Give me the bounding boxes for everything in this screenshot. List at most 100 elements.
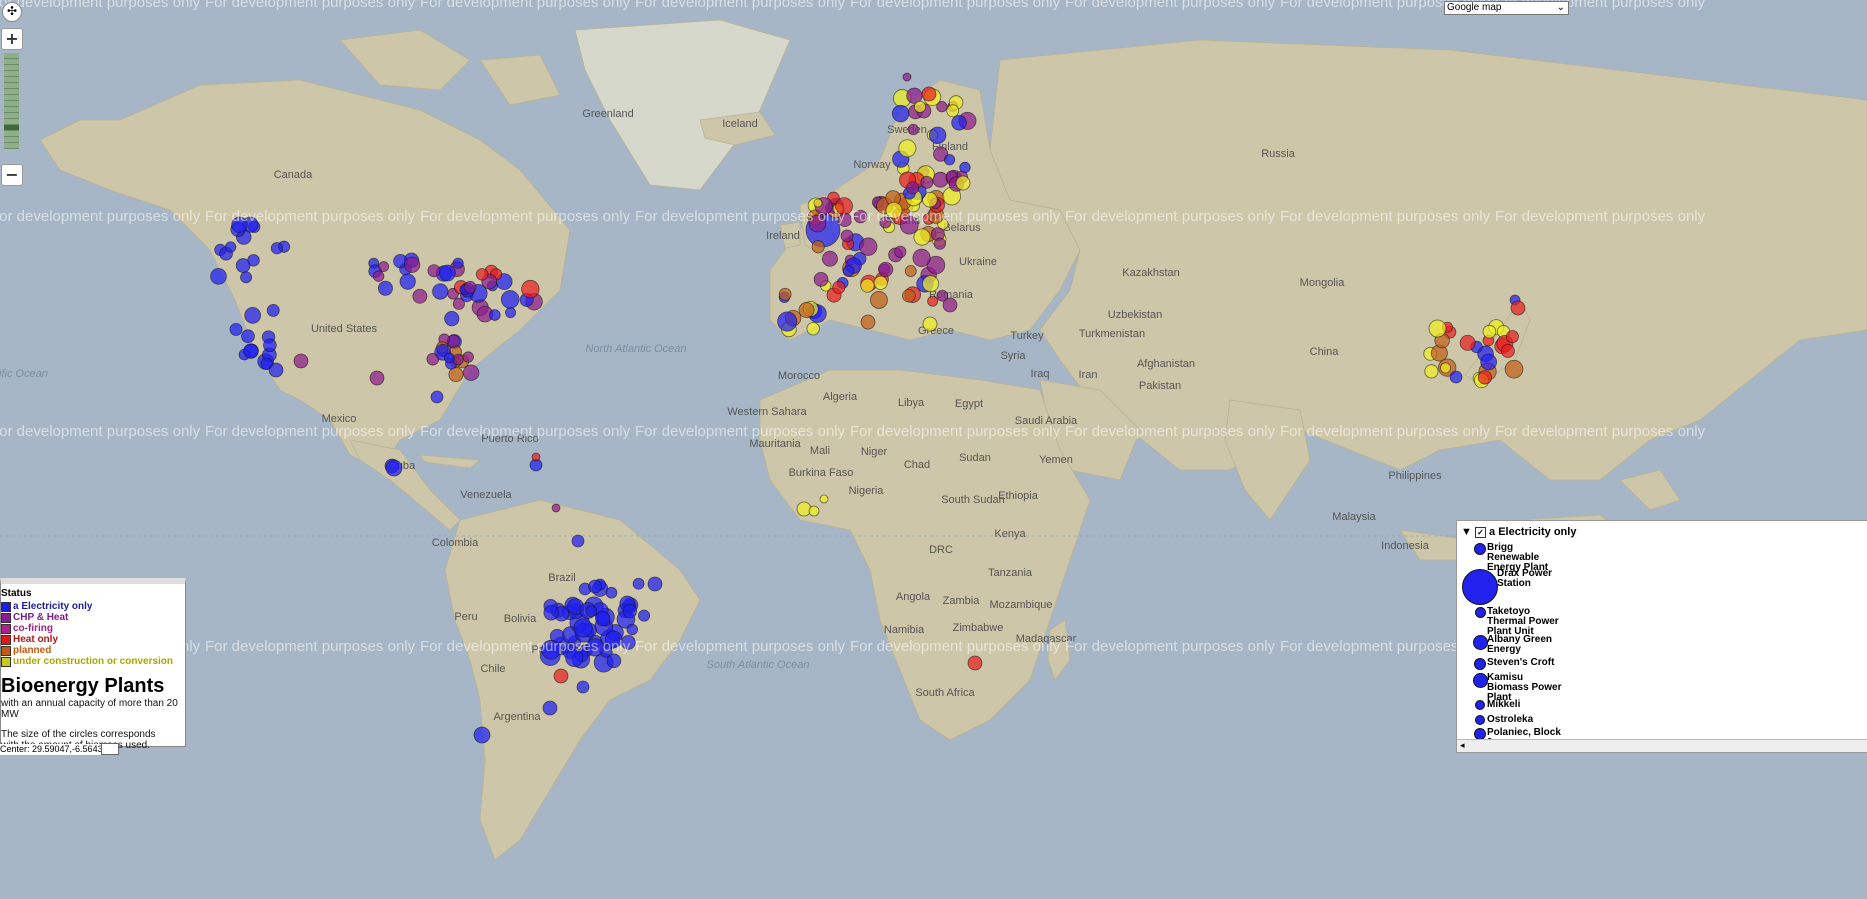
plant-marker[interactable] [426,352,440,366]
plant-marker[interactable] [870,291,888,309]
plant-marker[interactable] [632,577,645,590]
plant-marker[interactable] [404,256,421,273]
scroll-left-icon[interactable]: ◂ [1460,740,1465,751]
plant-marker[interactable] [605,586,618,599]
plant-marker[interactable] [638,609,651,622]
plant-marker[interactable] [842,265,855,277]
ruler-icon[interactable] [101,743,119,755]
plant-marker[interactable] [448,366,464,383]
plant-marker[interactable] [894,245,907,259]
plant-marker[interactable] [1510,300,1526,316]
plant-marker[interactable] [811,240,825,254]
plant-list-panel[interactable]: ▼ ✓ a Electricity only Brigg Renewable E… [1456,520,1867,753]
status-item[interactable]: a Electricity only [1,601,185,612]
plant-marker[interactable] [902,72,912,82]
plant-marker[interactable] [1505,330,1519,344]
plant-marker[interactable] [521,279,540,299]
plant-marker[interactable] [832,280,846,294]
plant-marker[interactable] [595,610,611,627]
plant-marker[interactable] [878,261,894,277]
plant-marker[interactable] [922,275,940,293]
plant-marker[interactable] [951,114,967,131]
plant-marker[interactable] [225,241,237,253]
plant-marker[interactable] [943,154,956,166]
plant-marker[interactable] [268,362,284,378]
plant-marker[interactable] [500,290,520,309]
plant-marker[interactable] [904,265,917,277]
plant-list-header[interactable]: ▼ ✓ a Electricity only [1457,526,1867,540]
plant-marker[interactable] [588,579,602,594]
plant-marker[interactable] [266,303,280,317]
plant-marker[interactable] [1500,344,1515,358]
plant-marker[interactable] [860,278,875,293]
plant-marker[interactable] [229,322,243,336]
plant-marker[interactable] [1424,364,1439,379]
map-type-select[interactable]: Google map ⌄ [1444,1,1569,15]
collapse-triangle-icon[interactable]: ▼ [1461,526,1472,538]
plant-marker[interactable] [777,311,798,332]
status-item[interactable]: co-firing [1,623,185,634]
plant-marker[interactable] [1477,370,1492,385]
plant-marker[interactable] [1482,324,1497,339]
plant-marker[interactable] [821,250,838,267]
status-item[interactable]: Heat only [1,634,185,645]
plant-marker[interactable] [576,680,590,694]
plant-marker[interactable] [385,459,403,477]
plant-marker[interactable] [647,576,663,592]
plant-marker[interactable] [240,271,253,284]
plant-marker[interactable] [573,618,593,638]
plant-marker[interactable] [920,175,934,189]
plant-marker[interactable] [488,309,501,321]
plant-marker[interactable] [913,100,927,113]
status-item[interactable]: planned [1,645,185,656]
plant-marker[interactable] [463,280,477,294]
plant-marker[interactable] [263,338,277,353]
plant-marker[interactable] [891,104,910,123]
plant-marker[interactable] [928,126,947,145]
plant-marker[interactable] [906,181,920,195]
plant-marker[interactable] [606,653,622,669]
plant-marker[interactable] [210,268,227,285]
plant-marker[interactable] [378,261,390,272]
plant-marker[interactable] [860,314,876,330]
plant-marker[interactable] [813,198,823,208]
plant-marker[interactable] [430,390,444,404]
plant-marker[interactable] [473,726,491,744]
plant-marker[interactable] [840,229,854,243]
status-item[interactable]: under construction or conversion [1,656,185,667]
plant-marker[interactable] [571,534,585,548]
plant-marker[interactable] [432,283,449,300]
plant-marker[interactable] [933,237,946,250]
plant-marker[interactable] [921,86,937,102]
plant-marker[interactable] [967,655,983,671]
plant-marker[interactable] [912,248,931,268]
plant-marker[interactable] [377,280,393,296]
plant-marker[interactable] [505,307,517,319]
plant-marker[interactable] [955,175,971,191]
plant-marker[interactable] [412,288,428,304]
plant-marker[interactable] [293,353,309,369]
plant-marker[interactable] [1504,359,1524,379]
plant-marker[interactable] [444,311,460,327]
plant-marker[interactable] [244,306,262,324]
plant-marker[interactable] [243,343,259,359]
plant-marker[interactable] [1449,370,1463,384]
plant-marker[interactable] [462,351,474,363]
plant-marker[interactable] [270,242,283,255]
plant-marker[interactable] [626,623,638,636]
layer-checkbox[interactable]: ✓ [1474,526,1486,538]
zoom-out-button[interactable]: − [1,164,23,186]
plant-marker[interactable] [399,273,416,290]
horizontal-scrollbar[interactable]: ◂ [1457,739,1867,752]
pan-control[interactable]: ✣ [2,2,22,22]
plant-marker[interactable] [235,258,251,273]
plant-marker[interactable] [927,295,939,307]
plant-marker[interactable] [1459,334,1476,351]
plant-marker[interactable] [922,316,938,332]
plant-marker[interactable] [778,287,792,301]
plant-marker[interactable] [819,494,829,504]
plant-marker[interactable] [553,668,569,684]
plant-marker[interactable] [859,237,878,256]
plant-marker[interactable] [942,297,958,313]
plant-marker[interactable] [475,268,489,281]
